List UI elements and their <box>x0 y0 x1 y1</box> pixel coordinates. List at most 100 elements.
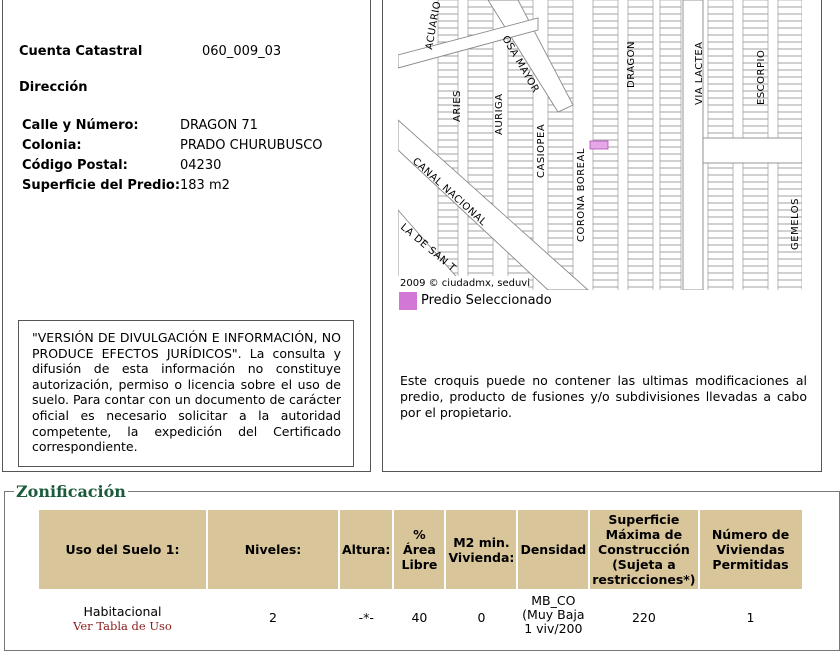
lot <box>507 97 534 106</box>
lot <box>707 125 734 134</box>
lot <box>627 237 654 246</box>
lot <box>547 34 574 43</box>
map-image: ACUARIO OSA MAYOR ARIES AURIGA CASIOPEA … <box>398 0 802 290</box>
lot <box>659 41 682 50</box>
lot <box>592 90 619 99</box>
lot <box>659 69 682 78</box>
lot <box>659 20 682 29</box>
street-label: CASIOPEA <box>536 124 547 178</box>
lot <box>437 76 459 85</box>
superficie-value: 183 m2 <box>180 178 230 193</box>
lot <box>627 223 654 232</box>
cuenta-label: Cuenta Catastral <box>19 44 143 59</box>
lot <box>592 272 619 281</box>
lot <box>707 97 734 106</box>
lot <box>707 20 734 29</box>
lot <box>592 202 619 211</box>
lot <box>592 0 619 8</box>
lot <box>547 237 574 246</box>
cell-superficie-max: 220 <box>631 610 656 625</box>
lot <box>627 209 654 218</box>
lot <box>742 118 769 127</box>
lot <box>707 41 734 50</box>
lot <box>707 34 734 43</box>
lot <box>592 104 619 113</box>
lot <box>592 209 619 218</box>
lot <box>507 209 534 218</box>
lot <box>467 104 494 113</box>
lot <box>627 111 654 120</box>
lot <box>592 69 619 78</box>
lot <box>437 125 459 134</box>
lot <box>627 167 654 176</box>
divider <box>2 471 371 472</box>
lot <box>659 76 682 85</box>
lot <box>592 188 619 197</box>
lot <box>547 55 574 64</box>
lot <box>742 279 769 288</box>
lot <box>592 167 619 176</box>
lot <box>742 202 769 211</box>
lot <box>777 0 802 8</box>
lot <box>659 125 682 134</box>
lot <box>659 118 682 127</box>
lot <box>592 265 619 274</box>
lot <box>437 55 459 64</box>
street-label: ESCORPIO <box>756 50 767 105</box>
lot <box>592 48 619 57</box>
ver-tabla-link[interactable]: Ver Tabla de Uso <box>41 619 204 633</box>
lot <box>592 83 619 92</box>
lot <box>659 195 682 204</box>
lot <box>659 62 682 71</box>
lot <box>777 125 802 134</box>
lot <box>547 188 574 197</box>
map-credit: 2009 © ciudadmx, seduvi <box>400 278 530 289</box>
lot <box>592 125 619 134</box>
lot <box>627 118 654 127</box>
calle-value: DRAGON 71 <box>180 118 258 133</box>
lot <box>592 279 619 288</box>
lot <box>659 286 682 290</box>
table-row: Habitacional Ver Tabla de Uso 2 -*- 40 0… <box>39 591 802 639</box>
cell-area-libre: 40 <box>411 610 428 625</box>
lot <box>547 230 574 239</box>
header-area-libre: % Área Libre <box>394 510 445 589</box>
lot <box>547 244 574 253</box>
lot <box>707 13 734 22</box>
lot <box>507 195 534 204</box>
lot <box>467 167 494 176</box>
lot <box>592 41 619 50</box>
lot <box>707 209 734 218</box>
lot <box>777 188 802 197</box>
street-label: DRAGON <box>626 41 637 88</box>
header-densidad: Densidad <box>518 510 589 589</box>
header-uso: Uso del Suelo 1: <box>39 510 206 589</box>
lot <box>742 272 769 281</box>
lot <box>777 34 802 43</box>
legend-swatch <box>399 292 417 310</box>
lot <box>777 62 802 71</box>
lot <box>777 286 802 290</box>
lot <box>659 48 682 57</box>
lot <box>659 0 682 8</box>
lot <box>707 195 734 204</box>
lot <box>627 132 654 141</box>
lot <box>467 111 494 120</box>
lot <box>777 20 802 29</box>
lot <box>742 41 769 50</box>
lot <box>592 230 619 239</box>
lot <box>659 174 682 183</box>
lot <box>777 174 802 183</box>
lot <box>627 97 654 106</box>
lot <box>659 132 682 141</box>
street-label: ACUARIO <box>424 0 443 50</box>
lot <box>707 104 734 113</box>
lot <box>659 223 682 232</box>
lot <box>547 125 574 134</box>
header-m2-min: M2 min. Vivienda: <box>446 510 517 589</box>
superficie-label: Superficie del Predio: <box>22 178 181 193</box>
lot <box>742 167 769 176</box>
lot <box>467 160 494 169</box>
lot <box>707 118 734 127</box>
lot <box>467 258 494 267</box>
